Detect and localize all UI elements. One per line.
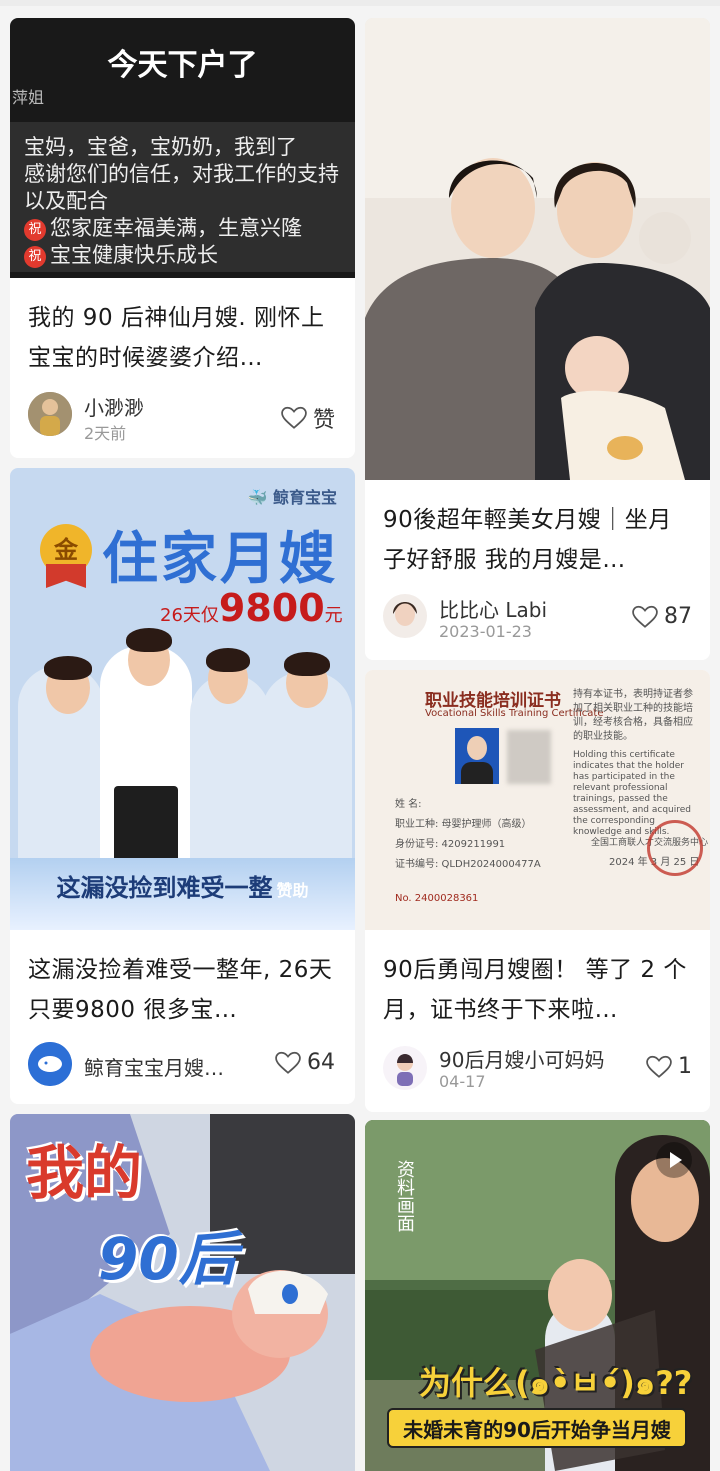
cover-line: 宝妈，宝爸，宝奶奶，我到了 [24, 135, 297, 159]
like-count: 87 [664, 604, 692, 629]
price-unit: 元 [324, 605, 343, 626]
like-button[interactable]: 64 [275, 1050, 335, 1075]
avatar-image [383, 594, 427, 638]
ad-banner: 这漏没捡到难受一整 赞助 [10, 858, 355, 930]
ad-headline: 住家月嫂 [102, 527, 338, 592]
cover-side-label: 资料画面 [394, 1160, 415, 1232]
like-button[interactable]: 赞 [281, 402, 335, 434]
feed-card-2[interactable]: 90後超年輕美女月嫂｜坐月子好舒服 我的月嫂是… 比比心 Labi 2023-0… [365, 18, 710, 660]
play-icon[interactable] [656, 1142, 692, 1178]
wish-text: 宝宝健康快乐成长 [50, 243, 218, 267]
cert-photo [455, 728, 499, 784]
author-avatar[interactable] [383, 1046, 427, 1090]
feed-card-3[interactable]: 🐳 鲸育宝宝 金 住家月嫂 26天仅9800元 这漏没捡到难受一整 赞助 这漏没捡… [10, 468, 355, 1104]
figure-hair [44, 656, 92, 680]
heart-icon [281, 406, 307, 429]
card-cover-image: 我的 90后 [10, 1114, 355, 1471]
post-date: 2023-01-23 [439, 622, 532, 641]
cover-text-box: 宝妈，宝爸，宝奶奶，我到了 感谢您们的信任，对我工作的支持 以及配合 祝您家庭幸… [10, 122, 355, 272]
card-cover-certificate: 职业技能培训证书 Vocational Skills Training Cert… [365, 670, 710, 930]
card-title[interactable]: 90後超年輕美女月嫂｜坐月子好舒服 我的月嫂是… [383, 500, 694, 580]
blurred-qr [507, 730, 551, 784]
ad-banner-text: 这漏没捡到难受一整 [56, 874, 273, 902]
like-button[interactable]: 87 [632, 604, 692, 629]
figure-hair [284, 652, 330, 676]
cover-caption-2: 未婚未育的90后开始争当月嫂 [387, 1408, 687, 1448]
card-title[interactable]: 这漏没捡着难受一整年, 26天只要9800 很多宝… [28, 950, 339, 1030]
author-avatar[interactable] [28, 1042, 72, 1086]
author-name[interactable]: 小渺渺 [84, 392, 144, 421]
cover-title-2: 90后 [98, 1225, 237, 1293]
card-title[interactable]: 90后勇闯月嫂圈！ 等了 2 个月，证书终于下来啦… [383, 950, 694, 1030]
heart-icon [632, 605, 658, 628]
brand-name: 鲸育宝宝 [272, 488, 337, 507]
like-count: 赞 [312, 408, 335, 433]
avatar-image [383, 1046, 427, 1090]
like-count: 1 [678, 1054, 692, 1079]
cover-tag: 萍姐 [12, 88, 45, 107]
like-button[interactable]: 1 [646, 1054, 692, 1079]
card-cover-image: 今天下户了 萍姐 宝妈，宝爸，宝奶奶，我到了 感谢您们的信任，对我工作的支持 以… [10, 18, 355, 278]
author-name[interactable]: 比比心 Labi [439, 594, 547, 623]
sponsored-label: 赞助 [276, 881, 309, 900]
author-name[interactable]: 90后月嫂小可妈妈 [439, 1044, 604, 1073]
medal-ribbon [46, 564, 86, 588]
cert-field: 职业工种: 母婴护理师（高级） [395, 819, 532, 830]
figure-hair [206, 648, 250, 672]
cert-text-cn: 持有本证书，表明持证者参加了相关职业工种的技能培训，经考核合格，具备相应的职业技… [573, 689, 693, 742]
nanny-figure [190, 674, 270, 886]
feed-card-1[interactable]: 今天下户了 萍姐 宝妈，宝爸，宝奶奶，我到了 感谢您们的信任，对我工作的支持 以… [10, 18, 355, 458]
cover-wish: 祝宝宝健康快乐成长 [24, 242, 341, 269]
price-prefix: 26天仅 [160, 605, 219, 626]
cover-caption-1: 为什么(๑•̀ㅂ•́)๑?? [419, 1364, 693, 1402]
top-divider [0, 0, 720, 6]
heart-icon [646, 1055, 672, 1078]
price-value: 9800 [218, 586, 325, 630]
ad-price: 26天仅9800元 [160, 586, 343, 630]
cert-field: 证书编号: QLDH2024000477A [395, 859, 541, 870]
whale-icon: 🐳 [247, 488, 273, 507]
card-cover-ad: 🐳 鲸育宝宝 金 住家月嫂 26天仅9800元 这漏没捡到难受一整 赞助 [10, 468, 355, 930]
photo-two-women-baby [365, 18, 710, 480]
cover-title-1: 我的 [26, 1139, 143, 1207]
wish-badge: 祝 [24, 246, 46, 268]
card-cover-image [365, 18, 710, 480]
cover-line: 感谢您们的信任，对我工作的支持 [24, 162, 339, 186]
wish-badge: 祝 [24, 219, 46, 241]
post-date: 2天前 [84, 424, 127, 443]
cert-field: 身份证号: 4209211991 [395, 839, 506, 850]
avatar-image [28, 392, 72, 436]
cover-line: 以及配合 [24, 189, 108, 213]
cert-field: 姓 名: [395, 799, 422, 810]
post-date: 04-17 [439, 1072, 486, 1091]
heart-icon [275, 1051, 301, 1074]
feed-card-6[interactable]: 资料画面 为什么(๑•̀ㅂ•́)๑?? 未婚未育的90后开始争当月嫂 [365, 1120, 710, 1471]
red-seal-stamp [647, 820, 703, 876]
feed-card-4[interactable]: 职业技能培训证书 Vocational Skills Training Cert… [365, 670, 710, 1112]
cover-wish: 祝您家庭幸福美满，生意兴隆 [24, 215, 341, 242]
author-avatar[interactable] [383, 594, 427, 638]
like-count: 64 [307, 1050, 335, 1075]
author-name[interactable]: 鲸育宝宝月嫂… [84, 1052, 224, 1081]
feed-card-5[interactable]: 我的 90后 [10, 1114, 355, 1471]
cover-headline: 今天下户了 [107, 48, 258, 83]
card-cover-video: 资料画面 为什么(๑•̀ㅂ•́)๑?? 未婚未育的90后开始争当月嫂 [365, 1120, 710, 1471]
whale-logo-icon [28, 1042, 72, 1086]
figure-hair [126, 628, 172, 652]
wish-text: 您家庭幸福美满，生意兴隆 [50, 216, 302, 240]
card-title[interactable]: 我的 90 后神仙月嫂. 刚怀上宝宝的时候婆婆介绍… [28, 298, 339, 378]
cert-serial: No. 2400028361 [395, 893, 479, 904]
author-avatar[interactable] [28, 392, 72, 436]
brand-logo: 🐳 鲸育宝宝 [247, 484, 337, 508]
